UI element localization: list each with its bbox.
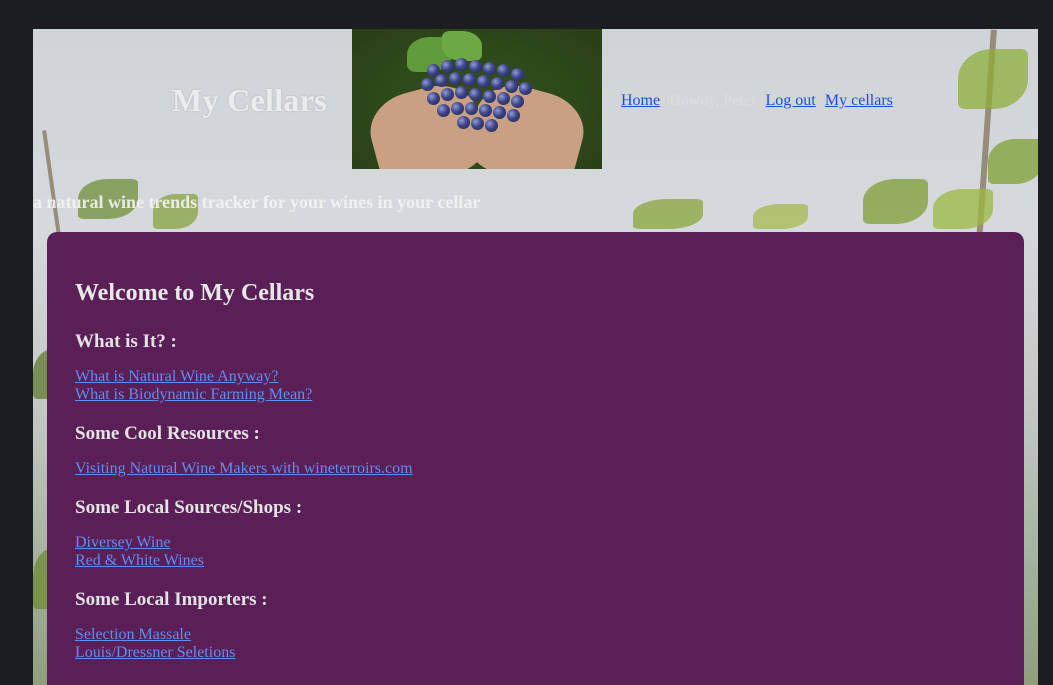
- nav-separator: |: [818, 92, 822, 109]
- nav-my-cellars-link[interactable]: My cellars: [825, 92, 893, 109]
- background-leaf: [753, 204, 808, 229]
- link-wineterroirs[interactable]: Visiting Natural Wine Makers with winete…: [75, 460, 413, 478]
- section-links: What is Natural Wine Anyway? What is Bio…: [75, 368, 413, 404]
- section-links: Selection Massale Louis/Dressner Seletio…: [75, 626, 413, 662]
- site-title: My Cellars: [172, 82, 327, 118]
- link-red-white-wines[interactable]: Red & White Wines: [75, 552, 413, 570]
- nav-separator: |: [663, 92, 667, 109]
- hero-grapes-image: [352, 29, 602, 169]
- content-body: Welcome to My Cellars What is It? : What…: [75, 278, 413, 680]
- grape-cluster: [417, 54, 542, 144]
- section-links: Diversey Wine Red & White Wines: [75, 534, 413, 570]
- link-diversey-wine[interactable]: Diversey Wine: [75, 534, 413, 552]
- nav-logout-link[interactable]: Log out: [765, 92, 815, 109]
- link-selection-massale[interactable]: Selection Massale: [75, 626, 413, 644]
- section-heading: Some Cool Resources :: [75, 423, 260, 444]
- top-navigation: Home | Howdy, Peter | Log out | My cellars: [621, 92, 893, 110]
- background-leaf: [633, 199, 703, 229]
- link-louis-dressner[interactable]: Louis/Dressner Seletions: [75, 644, 413, 662]
- background-leaf: [988, 139, 1038, 184]
- background-leaf: [933, 189, 993, 229]
- nav-home-link[interactable]: Home: [621, 92, 660, 109]
- link-what-is-biodynamic-farming[interactable]: What is Biodynamic Farming Mean?: [75, 386, 413, 404]
- link-what-is-natural-wine[interactable]: What is Natural Wine Anyway?: [75, 368, 413, 386]
- section-links: Visiting Natural Wine Makers with winete…: [75, 460, 413, 478]
- background-leaf: [958, 49, 1028, 109]
- section-heading: Some Local Sources/Shops :: [75, 497, 303, 518]
- background-leaf: [863, 179, 928, 224]
- page: My Cellars Home | Howdy, Peter | Log out…: [33, 29, 1038, 685]
- site-tagline: a natural wine trends tracker for your w…: [33, 192, 481, 212]
- section-heading: Some Local Importers :: [75, 589, 268, 610]
- user-greeting: Howdy, Peter: [669, 92, 757, 109]
- page-heading: Welcome to My Cellars: [75, 280, 315, 306]
- main-content-panel: Welcome to My Cellars What is It? : What…: [47, 232, 1024, 685]
- section-heading: What is It? :: [75, 331, 177, 352]
